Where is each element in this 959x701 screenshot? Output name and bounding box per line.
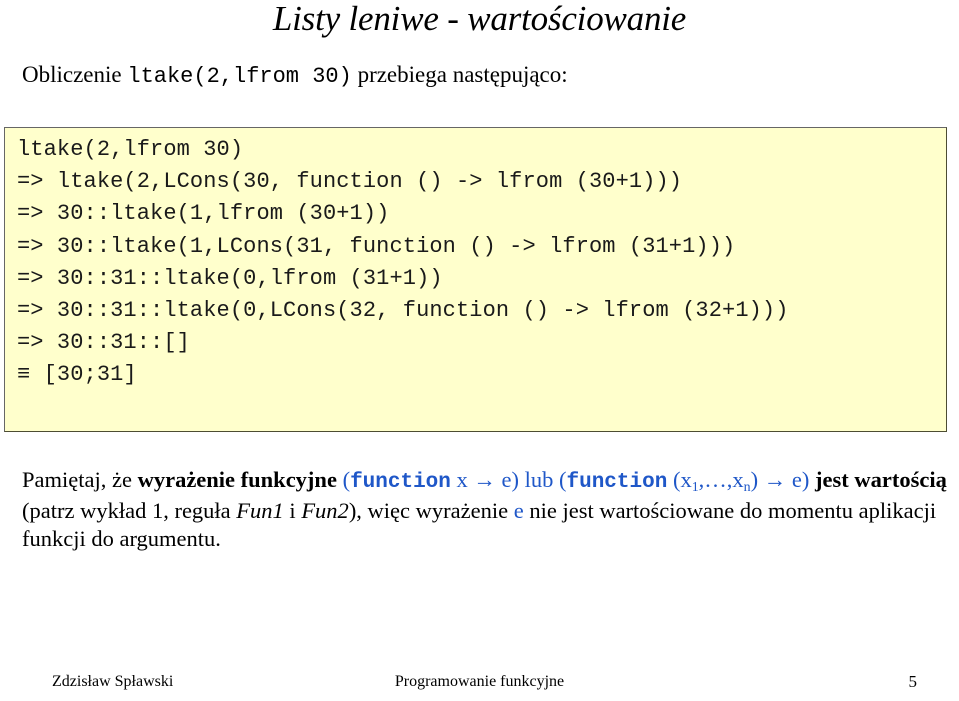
code-line: ≡ [30;31]: [17, 362, 137, 388]
note-keyword-function: function: [350, 471, 451, 494]
code-line: => 30::ltake(1,LCons(31, function () -> …: [17, 233, 736, 259]
note-variable-e: e: [513, 498, 524, 523]
note-paragraph: Pamiętaj, że wyrażenie funkcyjne (functi…: [22, 466, 952, 553]
intro-code-expression: ltake(2,lfrom 30): [127, 64, 352, 89]
note-rule-fun1: Fun1: [236, 498, 284, 523]
note-emphasis-functional-expression: wyrażenie funkcyjne: [137, 467, 337, 492]
note-subscript-n: n: [743, 479, 751, 495]
note-keyword-function: function: [566, 471, 668, 494]
code-line: => 30::31::ltake(0,LCons(32, function ()…: [17, 298, 789, 324]
note-formula-close: ) → e): [750, 467, 810, 492]
note-text: ), więc wyrażenie: [348, 498, 514, 523]
note-subscript-one: 1: [691, 479, 699, 495]
slide-page: { "slide": { "title": "Listy leniwe - wa…: [0, 0, 959, 701]
code-line: ltake(2,lfrom 30): [17, 137, 244, 162]
intro-text-before: Obliczenie: [22, 62, 128, 87]
note-formula-open: (: [336, 467, 351, 492]
note-text: i: [283, 498, 302, 523]
note-formula-multi-arg-open: (x: [667, 467, 692, 492]
note-text: (patrz wykład 1, reguła: [22, 498, 237, 523]
code-line: => ltake(2,LCons(30, function () -> lfro…: [17, 169, 683, 195]
code-line: => 30::ltake(1,lfrom (30+1)): [17, 201, 390, 227]
note-rule-fun2: Fun2: [301, 498, 349, 523]
note-text: Pamiętaj, że: [22, 467, 138, 492]
slide-footer: Zdzisław Spławski Programowanie funkcyjn…: [0, 672, 959, 696]
code-line: => 30::31::[]: [17, 330, 190, 356]
intro-text-after: przebiega następująco:: [351, 62, 568, 87]
page-title: Listy leniwe - wartościowanie: [272, 0, 687, 38]
intro-sentence: Obliczenie ltake(2,lfrom 30) przebiega n…: [22, 60, 568, 92]
code-line: => 30::31::ltake(0,lfrom (31+1)): [17, 265, 443, 291]
evaluation-trace-block: ltake(2,lfrom 30) => ltake(2,LCons(30, f…: [4, 127, 947, 432]
footer-page-number: 5: [908, 672, 918, 691]
footer-course-title: Programowanie funkcyjne: [394, 673, 565, 690]
note-emphasis-is-value: jest wartością: [815, 467, 947, 492]
note-formula-single-arg: x → e) lub (: [450, 467, 567, 492]
note-formula-ellipsis: ,…,x: [698, 467, 744, 492]
